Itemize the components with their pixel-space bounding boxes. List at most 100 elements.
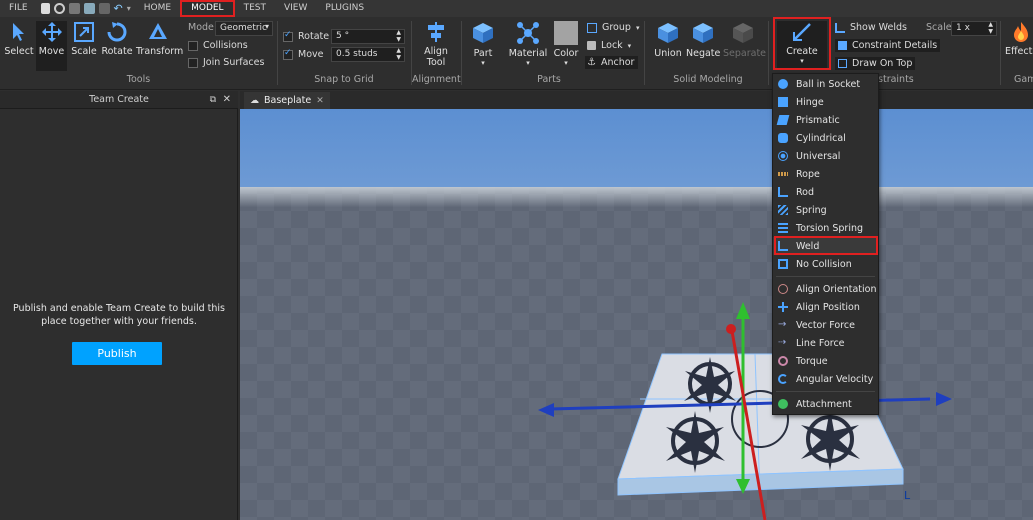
horizon-haze bbox=[240, 187, 1033, 289]
menu-bar: FILE ↶ ▾ HOME MODEL TEST VIEW PLUGINS bbox=[0, 0, 1033, 17]
union-button[interactable]: Union bbox=[652, 21, 684, 59]
menu-item-cylindrical[interactable]: Cylindrical bbox=[773, 129, 878, 147]
align-position-icon bbox=[778, 302, 788, 312]
menu-item-align-orientation[interactable]: Align Orientation bbox=[773, 280, 878, 298]
snap-rotate-toggle[interactable]: Rotate bbox=[283, 30, 329, 42]
line-force-icon: ⇢ bbox=[778, 337, 787, 348]
menu-item-ball-in-socket[interactable]: Ball in Socket bbox=[773, 75, 878, 93]
constraint-details-button[interactable]: Constraint Details bbox=[835, 39, 941, 52]
negate-icon bbox=[693, 23, 713, 43]
menu-item-rod[interactable]: Rod bbox=[773, 183, 878, 201]
snap-move-checkbox[interactable] bbox=[283, 48, 293, 60]
menu-item-no-collision[interactable]: No Collision bbox=[773, 255, 878, 273]
tab-home[interactable]: HOME bbox=[135, 0, 180, 17]
menu-item-angular-velocity[interactable]: Angular Velocity bbox=[773, 370, 878, 388]
move-increment-input[interactable]: 0.5 studs ▲ ▼ bbox=[331, 47, 405, 62]
snap-rotate-checkbox[interactable] bbox=[283, 30, 293, 42]
undo-icon[interactable]: ↶ bbox=[114, 2, 123, 15]
chevron-down-icon: ▾ bbox=[635, 23, 640, 32]
menu-item-line-force[interactable]: ⇢ Line Force bbox=[773, 334, 878, 352]
snap-move-toggle[interactable]: Move bbox=[283, 48, 323, 60]
align-icon bbox=[428, 22, 444, 42]
menu-item-prismatic[interactable]: Prismatic bbox=[773, 111, 878, 129]
menu-separator bbox=[776, 391, 875, 392]
collisions-checkbox[interactable] bbox=[188, 40, 198, 51]
color-swatch bbox=[554, 21, 578, 45]
chevron-down-icon: ▾ bbox=[564, 59, 568, 67]
3d-viewport[interactable]: L bbox=[240, 109, 1033, 520]
menu-item-rope[interactable]: Rope bbox=[773, 165, 878, 183]
move-tool-button[interactable]: Move bbox=[36, 21, 67, 71]
scene-canvas: L bbox=[240, 187, 1033, 520]
transform-tool-button[interactable]: Transform bbox=[136, 21, 183, 57]
rotate-increment-input[interactable]: 5 ° ▲ ▼ bbox=[331, 29, 405, 44]
tab-test[interactable]: TEST bbox=[235, 0, 275, 17]
menu-item-attachment[interactable]: Attachment bbox=[773, 395, 878, 413]
mode-dropdown[interactable]: Geometric ▾ bbox=[215, 21, 273, 36]
cylindrical-icon bbox=[778, 133, 788, 143]
undock-icon[interactable]: ⧉ bbox=[210, 91, 216, 109]
plugin-icon[interactable] bbox=[83, 3, 95, 14]
spinner-icon[interactable]: ▲ ▼ bbox=[396, 29, 401, 43]
menu-item-vector-force[interactable]: → Vector Force bbox=[773, 316, 878, 334]
binoculars-icon[interactable] bbox=[53, 3, 65, 14]
gameplay-group-label: Gam bbox=[1014, 74, 1033, 85]
scale-tool-button[interactable]: Scale bbox=[69, 21, 99, 57]
spinner-icon[interactable]: ▲ ▼ bbox=[988, 21, 993, 35]
divider bbox=[1000, 21, 1001, 85]
tab-plugins[interactable]: PLUGINS bbox=[316, 0, 373, 17]
negate-button[interactable]: Negate bbox=[686, 21, 720, 59]
rope-icon bbox=[778, 172, 788, 176]
stop-icon[interactable] bbox=[98, 3, 110, 14]
share-icon[interactable] bbox=[68, 3, 80, 14]
close-tab-icon[interactable]: ✕ bbox=[316, 96, 324, 106]
team-create-message: Publish and enable Team Create to build … bbox=[13, 303, 225, 327]
group-button[interactable]: Group ▾ bbox=[587, 22, 639, 33]
rotate-tool-button[interactable]: Rotate bbox=[101, 21, 133, 57]
material-button[interactable]: Material ▾ bbox=[508, 21, 548, 67]
menu-item-hinge[interactable]: Hinge bbox=[773, 93, 878, 111]
file-menu[interactable]: FILE bbox=[0, 0, 37, 17]
effects-button[interactable]: Effects bbox=[1005, 21, 1033, 57]
torsion-spring-icon bbox=[778, 223, 788, 233]
show-welds-button[interactable]: Show Welds bbox=[835, 22, 907, 33]
new-file-icon[interactable] bbox=[40, 3, 50, 14]
join-surfaces-toggle[interactable]: Join Surfaces bbox=[188, 57, 264, 68]
scale-input[interactable]: 1 x ▲ ▼ bbox=[951, 21, 997, 36]
fire-icon bbox=[1014, 22, 1028, 42]
publish-button[interactable]: Publish bbox=[72, 342, 162, 365]
ball-socket-icon bbox=[778, 79, 788, 89]
cube-icon bbox=[473, 23, 493, 43]
tab-baseplate[interactable]: ☁ Baseplate ✕ bbox=[244, 92, 330, 109]
spinner-icon[interactable]: ▲ ▼ bbox=[396, 47, 401, 61]
close-icon[interactable]: ✕ bbox=[223, 91, 231, 109]
create-constraint-menu: Ball in Socket Hinge Prismatic Cylindric… bbox=[772, 73, 879, 415]
tab-view[interactable]: VIEW bbox=[275, 0, 316, 17]
tab-model[interactable]: MODEL bbox=[180, 0, 235, 17]
join-surfaces-checkbox[interactable] bbox=[188, 57, 198, 68]
menu-item-torsion-spring[interactable]: Torsion Spring bbox=[773, 219, 878, 237]
select-tool-button[interactable]: Select bbox=[4, 21, 34, 57]
align-tool-button[interactable]: Align Tool bbox=[418, 21, 454, 68]
rod-icon bbox=[778, 187, 788, 197]
spring-icon bbox=[778, 205, 788, 215]
color-button[interactable]: Color ▾ bbox=[552, 21, 580, 67]
rotate-icon bbox=[107, 22, 127, 42]
draw-on-top-button[interactable]: Draw On Top bbox=[835, 57, 916, 70]
no-collision-icon bbox=[778, 259, 788, 269]
menu-item-universal[interactable]: Universal bbox=[773, 147, 878, 165]
anchor-button[interactable]: ⚓ Anchor bbox=[585, 56, 639, 69]
menu-item-spring[interactable]: Spring bbox=[773, 201, 878, 219]
menu-item-align-position[interactable]: Align Position bbox=[773, 298, 878, 316]
collisions-toggle[interactable]: Collisions bbox=[188, 40, 248, 51]
tools-group-label: Tools bbox=[126, 74, 151, 85]
align-orientation-icon bbox=[778, 284, 788, 294]
menu-item-torque[interactable]: Torque bbox=[773, 352, 878, 370]
part-button[interactable]: Part ▾ bbox=[467, 21, 499, 67]
anchor-icon: ⚓ bbox=[587, 57, 596, 68]
divider bbox=[768, 21, 769, 85]
customize-dropdown-icon[interactable]: ▾ bbox=[127, 4, 131, 13]
union-icon bbox=[658, 23, 678, 43]
lock-button[interactable]: Lock ▾ bbox=[587, 40, 631, 51]
team-create-panel: Publish and enable Team Create to build … bbox=[0, 109, 238, 520]
